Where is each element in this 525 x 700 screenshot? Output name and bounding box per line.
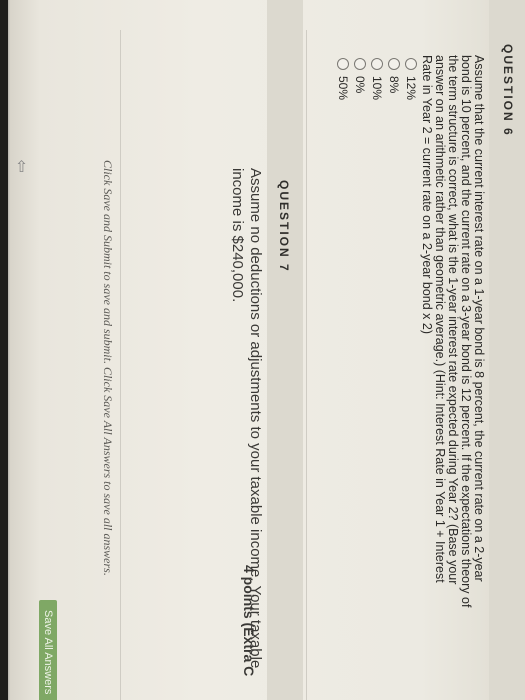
- option-label: 8%: [387, 76, 401, 94]
- quiz-page: QUESTION 6 Assume that the current inter…: [0, 0, 525, 700]
- question-7-line-2: income is $240,000.: [229, 168, 246, 303]
- option-12-percent[interactable]: 12%: [404, 58, 418, 100]
- screen: QUESTION 6 Assume that the current inter…: [0, 0, 525, 700]
- question-7-line-1: Assume no deductions or adjustments to y…: [247, 168, 264, 669]
- radio-button[interactable]: [388, 58, 400, 70]
- option-10-percent[interactable]: 10%: [370, 58, 384, 100]
- radio-button[interactable]: [371, 58, 383, 70]
- option-8-percent[interactable]: 8%: [387, 58, 401, 93]
- question-6-title: QUESTION 6: [501, 44, 515, 137]
- option-label: 10%: [370, 76, 384, 101]
- radio-button[interactable]: [354, 58, 366, 70]
- option-label: 0%: [353, 76, 367, 94]
- question-6-line-3: the term structure is correct, what is t…: [446, 55, 460, 585]
- option-label: 12%: [404, 76, 418, 101]
- question-7-header: [267, 0, 303, 700]
- option-label: 50%: [336, 76, 350, 101]
- section-divider: [306, 30, 307, 700]
- question-6-line-5: Rate in Year 2 = current rate on a 2-yea…: [420, 55, 434, 334]
- question-7-title: QUESTION 7: [277, 180, 291, 273]
- footer-divider: [120, 30, 121, 700]
- cursor-arrow-icon: ⇧: [14, 157, 29, 177]
- option-0-percent[interactable]: 0%: [353, 58, 367, 93]
- radio-button[interactable]: [337, 58, 349, 70]
- option-50-percent[interactable]: 50%: [336, 58, 350, 100]
- save-all-answers-button[interactable]: Save All Answers: [39, 600, 57, 700]
- question-6-line-4: answer on an arithmetic rather than geom…: [433, 55, 447, 583]
- question-6-line-1: Assume that the current interest rate on…: [472, 55, 486, 582]
- question-6-line-2: bond is 10 percent, and the current rate…: [459, 55, 473, 608]
- submit-instructions: Click Save and Submit to save and submit…: [101, 160, 115, 576]
- radio-button[interactable]: [405, 58, 417, 70]
